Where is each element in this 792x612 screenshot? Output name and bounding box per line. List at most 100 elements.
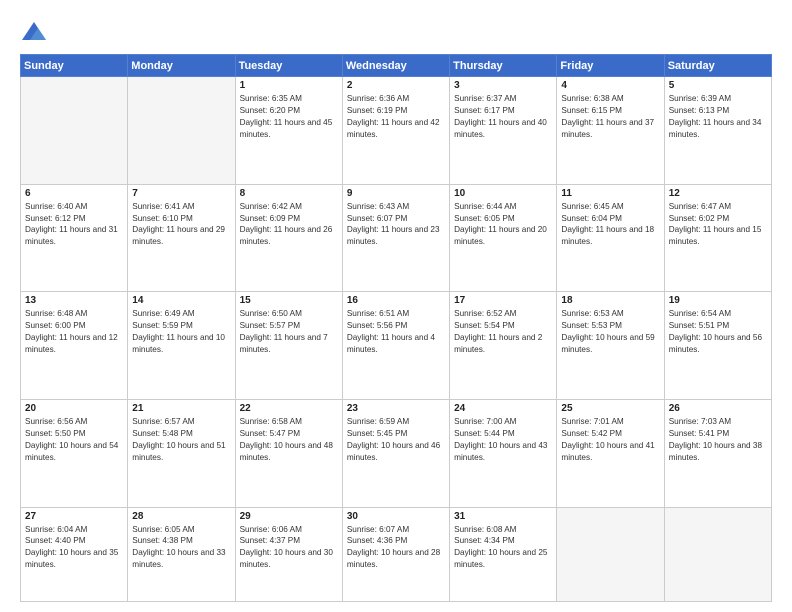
calendar-cell: 24 Sunrise: 7:00 AMSunset: 5:44 PMDayligh…: [450, 399, 557, 507]
day-info: Sunrise: 7:00 AMSunset: 5:44 PMDaylight:…: [454, 416, 552, 464]
day-info: Sunrise: 6:57 AMSunset: 5:48 PMDaylight:…: [132, 416, 230, 464]
day-info: Sunrise: 6:36 AMSunset: 6:19 PMDaylight:…: [347, 93, 445, 141]
day-info: Sunrise: 7:03 AMSunset: 5:41 PMDaylight:…: [669, 416, 767, 464]
day-info: Sunrise: 6:35 AMSunset: 6:20 PMDaylight:…: [240, 93, 338, 141]
calendar-cell: 3Sunrise: 6:37 AMSunset: 6:17 PMDaylight…: [450, 77, 557, 185]
calendar-cell: 2 Sunrise: 6:36 AMSunset: 6:19 PMDaylight…: [342, 77, 449, 185]
calendar-cell: 12 Sunrise: 6:47 AMSunset: 6:02 PMDayligh…: [664, 184, 771, 292]
day-info: Sunrise: 6:59 AMSunset: 5:45 PMDaylight:…: [347, 416, 445, 464]
day-info: Sunrise: 6:42 AMSunset: 6:09 PMDaylight:…: [240, 201, 338, 249]
calendar-cell: 9 Sunrise: 6:43 AMSunset: 6:07 PMDaylight…: [342, 184, 449, 292]
calendar-cell: 25 Sunrise: 7:01 AMSunset: 5:42 PMDayligh…: [557, 399, 664, 507]
day-number: 30: [347, 511, 445, 522]
calendar-cell: 14Sunrise: 6:49 AMSunset: 5:59 PMDayligh…: [128, 292, 235, 400]
calendar-week-5: 27Sunrise: 6:04 AMSunset: 4:40 PMDayligh…: [21, 507, 772, 602]
day-number: 8: [240, 188, 338, 199]
day-info: Sunrise: 6:43 AMSunset: 6:07 PMDaylight:…: [347, 201, 445, 249]
weekday-header-row: SundayMondayTuesdayWednesdayThursdayFrid…: [21, 55, 772, 77]
day-number: 4: [561, 80, 659, 91]
day-number: 11: [561, 188, 659, 199]
day-number: 23: [347, 403, 445, 414]
calendar-week-3: 13Sunrise: 6:48 AMSunset: 6:00 PMDayligh…: [21, 292, 772, 400]
weekday-header-saturday: Saturday: [664, 55, 771, 77]
calendar-cell: 19Sunrise: 6:54 AMSunset: 5:51 PMDayligh…: [664, 292, 771, 400]
calendar-cell: 6 Sunrise: 6:40 AMSunset: 6:12 PMDaylight…: [21, 184, 128, 292]
calendar-cell: 22 Sunrise: 6:58 AMSunset: 5:47 PMDayligh…: [235, 399, 342, 507]
weekday-header-tuesday: Tuesday: [235, 55, 342, 77]
calendar-cell: 16Sunrise: 6:51 AMSunset: 5:56 PMDayligh…: [342, 292, 449, 400]
calendar-cell: [21, 77, 128, 185]
calendar-cell: 10 Sunrise: 6:44 AMSunset: 6:05 PMDayligh…: [450, 184, 557, 292]
day-number: 27: [25, 511, 123, 522]
day-info: Sunrise: 6:39 AMSunset: 6:13 PMDaylight:…: [669, 93, 767, 141]
weekday-header-sunday: Sunday: [21, 55, 128, 77]
day-info: Sunrise: 6:54 AMSunset: 5:51 PMDaylight:…: [669, 308, 767, 356]
calendar-cell: 5 Sunrise: 6:39 AMSunset: 6:13 PMDaylight…: [664, 77, 771, 185]
day-info: Sunrise: 7:01 AMSunset: 5:42 PMDaylight:…: [561, 416, 659, 464]
day-info: Sunrise: 6:06 AMSunset: 4:37 PMDaylight:…: [240, 524, 338, 572]
calendar-cell: 17 Sunrise: 6:52 AMSunset: 5:54 PMDayligh…: [450, 292, 557, 400]
day-info: Sunrise: 6:47 AMSunset: 6:02 PMDaylight:…: [669, 201, 767, 249]
calendar-cell: 28Sunrise: 6:05 AMSunset: 4:38 PMDayligh…: [128, 507, 235, 602]
day-info: Sunrise: 6:37 AMSunset: 6:17 PMDaylight:…: [454, 93, 552, 141]
day-number: 7: [132, 188, 230, 199]
day-number: 21: [132, 403, 230, 414]
calendar-cell: 27Sunrise: 6:04 AMSunset: 4:40 PMDayligh…: [21, 507, 128, 602]
calendar-cell: 8 Sunrise: 6:42 AMSunset: 6:09 PMDaylight…: [235, 184, 342, 292]
calendar-cell: 20Sunrise: 6:56 AMSunset: 5:50 PMDayligh…: [21, 399, 128, 507]
day-info: Sunrise: 6:41 AMSunset: 6:10 PMDaylight:…: [132, 201, 230, 249]
calendar-cell: 31 Sunrise: 6:08 AMSunset: 4:34 PMDayligh…: [450, 507, 557, 602]
day-info: Sunrise: 6:52 AMSunset: 5:54 PMDaylight:…: [454, 308, 552, 356]
calendar-cell: [664, 507, 771, 602]
calendar-cell: 15 Sunrise: 6:50 AMSunset: 5:57 PMDayligh…: [235, 292, 342, 400]
calendar-cell: 1 Sunrise: 6:35 AMSunset: 6:20 PMDaylight…: [235, 77, 342, 185]
day-number: 1: [240, 80, 338, 91]
logo: [20, 18, 52, 46]
calendar-cell: [557, 507, 664, 602]
day-info: Sunrise: 6:53 AMSunset: 5:53 PMDaylight:…: [561, 308, 659, 356]
day-number: 5: [669, 80, 767, 91]
day-info: Sunrise: 6:44 AMSunset: 6:05 PMDaylight:…: [454, 201, 552, 249]
weekday-header-thursday: Thursday: [450, 55, 557, 77]
day-info: Sunrise: 6:48 AMSunset: 6:00 PMDaylight:…: [25, 308, 123, 356]
calendar-table: SundayMondayTuesdayWednesdayThursdayFrid…: [20, 54, 772, 602]
day-info: Sunrise: 6:58 AMSunset: 5:47 PMDaylight:…: [240, 416, 338, 464]
day-number: 2: [347, 80, 445, 91]
day-number: 6: [25, 188, 123, 199]
logo-icon: [20, 18, 48, 46]
calendar-cell: 26 Sunrise: 7:03 AMSunset: 5:41 PMDayligh…: [664, 399, 771, 507]
header: [20, 18, 772, 46]
day-info: Sunrise: 6:50 AMSunset: 5:57 PMDaylight:…: [240, 308, 338, 356]
calendar-cell: 18 Sunrise: 6:53 AMSunset: 5:53 PMDayligh…: [557, 292, 664, 400]
day-number: 17: [454, 295, 552, 306]
calendar-cell: 4 Sunrise: 6:38 AMSunset: 6:15 PMDaylight…: [557, 77, 664, 185]
weekday-header-wednesday: Wednesday: [342, 55, 449, 77]
day-number: 10: [454, 188, 552, 199]
calendar-cell: 23 Sunrise: 6:59 AMSunset: 5:45 PMDayligh…: [342, 399, 449, 507]
day-info: Sunrise: 6:05 AMSunset: 4:38 PMDaylight:…: [132, 524, 230, 572]
day-info: Sunrise: 6:40 AMSunset: 6:12 PMDaylight:…: [25, 201, 123, 249]
day-number: 20: [25, 403, 123, 414]
day-number: 18: [561, 295, 659, 306]
weekday-header-friday: Friday: [557, 55, 664, 77]
calendar-week-1: 1 Sunrise: 6:35 AMSunset: 6:20 PMDaylight…: [21, 77, 772, 185]
day-info: Sunrise: 6:45 AMSunset: 6:04 PMDaylight:…: [561, 201, 659, 249]
day-number: 14: [132, 295, 230, 306]
calendar-cell: [128, 77, 235, 185]
day-number: 22: [240, 403, 338, 414]
day-info: Sunrise: 6:08 AMSunset: 4:34 PMDaylight:…: [454, 524, 552, 572]
calendar-week-4: 20Sunrise: 6:56 AMSunset: 5:50 PMDayligh…: [21, 399, 772, 507]
calendar-cell: 13Sunrise: 6:48 AMSunset: 6:00 PMDayligh…: [21, 292, 128, 400]
day-number: 25: [561, 403, 659, 414]
day-number: 26: [669, 403, 767, 414]
day-number: 12: [669, 188, 767, 199]
day-info: Sunrise: 6:38 AMSunset: 6:15 PMDaylight:…: [561, 93, 659, 141]
day-number: 9: [347, 188, 445, 199]
calendar-week-2: 6 Sunrise: 6:40 AMSunset: 6:12 PMDaylight…: [21, 184, 772, 292]
day-number: 31: [454, 511, 552, 522]
day-number: 15: [240, 295, 338, 306]
day-number: 24: [454, 403, 552, 414]
day-number: 29: [240, 511, 338, 522]
page: SundayMondayTuesdayWednesdayThursdayFrid…: [0, 0, 792, 612]
calendar-cell: 30Sunrise: 6:07 AMSunset: 4:36 PMDayligh…: [342, 507, 449, 602]
